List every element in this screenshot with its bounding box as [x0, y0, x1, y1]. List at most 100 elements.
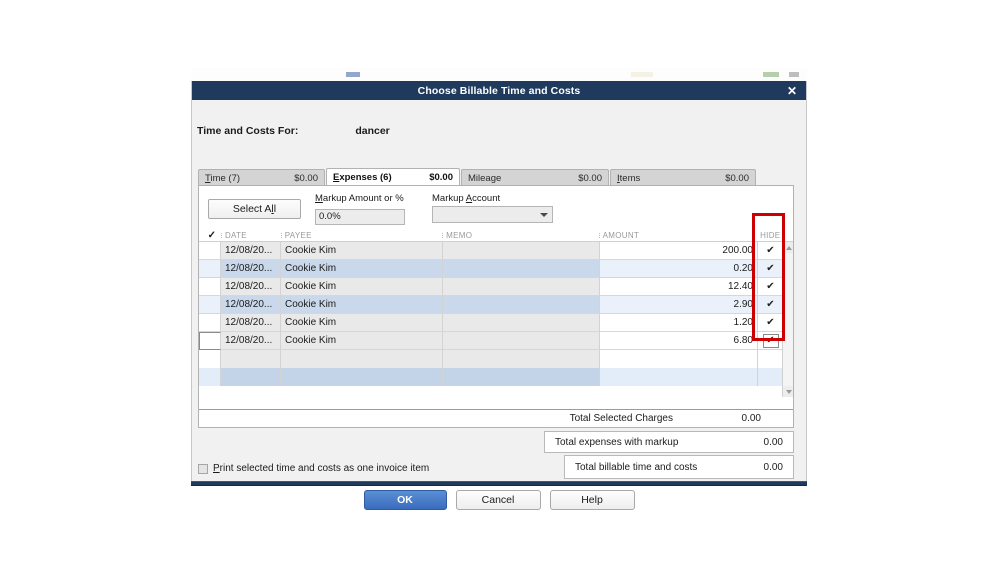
row-checkbox[interactable]: [199, 314, 221, 332]
tab-expenses-amount: $0.00: [429, 172, 453, 183]
total-selected-charges-row: Total Selected Charges 0.00: [199, 409, 793, 427]
row-date: 12/08/20...: [221, 242, 281, 260]
row-hide-check[interactable]: ✔: [758, 260, 784, 278]
print-as-one-item-option[interactable]: Print selected time and costs as one inv…: [198, 463, 429, 474]
row-checkbox[interactable]: [199, 296, 221, 314]
row-checkbox[interactable]: [199, 242, 221, 260]
tab-expenses-rest: xpenses (6): [339, 172, 392, 183]
total-expenses-markup-value: 0.00: [763, 436, 783, 448]
markup-amount-label: Markup Amount or %: [315, 193, 404, 204]
markup-amount-input[interactable]: [315, 208, 405, 225]
dialog-bottom-bar: [191, 481, 807, 486]
row-memo: [443, 242, 600, 260]
row-date: 12/08/20...: [221, 296, 281, 314]
table-row[interactable]: 12/08/20... Cookie Kim 6.80 ✔: [199, 332, 793, 350]
scroll-up-icon[interactable]: [783, 242, 793, 253]
row-memo: [443, 296, 600, 314]
tab-time-amount: $0.00: [294, 172, 318, 184]
table-row[interactable]: 12/08/20... Cookie Kim 12.40 ✔: [199, 278, 793, 296]
empty-row: [199, 350, 793, 368]
help-button[interactable]: Help: [549, 490, 635, 510]
expenses-panel: Select All Markup Amount or % Markup Acc…: [198, 185, 794, 428]
select-all-button[interactable]: Select All: [208, 199, 301, 219]
header-memo[interactable]: MEMO: [442, 231, 598, 240]
charges-grid: ✓ DATE PAYEE MEMO AMOUNT HIDE 12/08/20..…: [199, 229, 793, 427]
row-hide-check[interactable]: ✔: [758, 296, 784, 314]
header-payee[interactable]: PAYEE: [280, 231, 442, 240]
tab-mileage[interactable]: Mileage $0.00: [461, 169, 609, 186]
tab-expenses[interactable]: Expenses (6) $0.00: [326, 168, 460, 186]
print-as-one-item-checkbox[interactable]: [198, 463, 208, 474]
tab-items[interactable]: Items $0.00: [610, 169, 756, 186]
customer-name-value: dancer: [355, 125, 390, 137]
cancel-button[interactable]: Cancel: [455, 490, 541, 510]
choose-billable-dialog: Choose Billable Time and Costs ✕ Time an…: [191, 81, 807, 510]
row-date: 12/08/20...: [221, 278, 281, 296]
total-expenses-with-markup: Total expenses with markup 0.00: [544, 431, 794, 453]
row-memo: [443, 278, 600, 296]
header-hide[interactable]: HIDE: [756, 231, 782, 240]
row-payee: Cookie Kim: [281, 314, 443, 332]
row-checkbox[interactable]: [199, 260, 221, 278]
dialog-buttons: OK Cancel Help: [192, 490, 806, 510]
screen: Choose Billable Time and Costs ✕ Time an…: [0, 0, 999, 562]
row-checkbox[interactable]: [199, 278, 221, 296]
table-row[interactable]: 12/08/20... Cookie Kim 0.20 ✔: [199, 260, 793, 278]
row-amount: 0.20: [600, 260, 758, 278]
dialog-title: Choose Billable Time and Costs: [417, 84, 581, 97]
grid-header-row: ✓ DATE PAYEE MEMO AMOUNT HIDE: [199, 229, 793, 242]
row-payee: Cookie Kim: [281, 332, 443, 350]
row-memo: [443, 332, 600, 350]
header-amount[interactable]: AMOUNT: [598, 231, 756, 240]
row-amount: 200.00: [600, 242, 758, 260]
scroll-down-icon[interactable]: [783, 386, 793, 397]
total-billable-value: 0.00: [763, 461, 783, 473]
row-payee: Cookie Kim: [281, 242, 443, 260]
total-expenses-markup-label: Total expenses with markup: [555, 436, 679, 448]
markup-account-label: Markup Account: [432, 193, 501, 204]
scrollbar-thumb[interactable]: [783, 253, 793, 353]
total-selected-charges-label: Total Selected Charges: [569, 413, 673, 424]
print-as-one-item-label: Print selected time and costs as one inv…: [213, 463, 430, 474]
row-hide-check[interactable]: ✔: [758, 314, 784, 332]
dialog-titlebar: Choose Billable Time and Costs ✕: [192, 81, 806, 100]
total-selected-charges-value: 0.00: [741, 413, 761, 424]
markup-account-select[interactable]: [432, 206, 553, 223]
tab-strip: Time (7) $0.00 Expenses (6) $0.00 Mileag…: [198, 168, 758, 186]
grid-vertical-scrollbar[interactable]: [782, 242, 793, 397]
chevron-down-icon: [540, 212, 548, 217]
tab-time-rest: ime (7): [210, 172, 241, 184]
row-memo: [443, 260, 600, 278]
row-payee: Cookie Kim: [281, 296, 443, 314]
row-amount: 1.20: [600, 314, 758, 332]
row-amount: 6.80: [600, 332, 758, 350]
row-hide-check[interactable]: ✔: [758, 242, 784, 260]
header-check-icon: ✓: [207, 229, 217, 241]
close-icon[interactable]: ✕: [784, 83, 800, 99]
row-date: 12/08/20...: [221, 260, 281, 278]
table-row[interactable]: 12/08/20... Cookie Kim 1.20 ✔: [199, 314, 793, 332]
ok-button[interactable]: OK: [363, 490, 447, 510]
background-app-strip: [191, 68, 807, 82]
dialog-body: Time and Costs For: dancer Time (7) $0.0…: [192, 100, 806, 510]
row-payee: Cookie Kim: [281, 278, 443, 296]
tab-mileage-amount: $0.00: [578, 172, 602, 184]
table-row[interactable]: 12/08/20... Cookie Kim 2.90 ✔: [199, 296, 793, 314]
row-amount: 12.40: [600, 278, 758, 296]
row-checkbox[interactable]: [199, 332, 221, 350]
tab-items-amount: $0.00: [725, 172, 749, 184]
table-row[interactable]: 12/08/20... Cookie Kim 200.00 ✔: [199, 242, 793, 260]
row-payee: Cookie Kim: [281, 260, 443, 278]
empty-row: [199, 368, 793, 386]
tab-time[interactable]: Time (7) $0.00: [198, 169, 325, 186]
row-memo: [443, 314, 600, 332]
total-billable-time-and-costs: Total billable time and costs 0.00: [564, 455, 794, 479]
header-date[interactable]: DATE: [220, 231, 281, 240]
time-and-costs-for-row: Time and Costs For: dancer: [197, 125, 390, 137]
row-date: 12/08/20...: [221, 332, 281, 350]
row-hide-check[interactable]: ✔: [758, 332, 784, 350]
time-and-costs-for-label: Time and Costs For:: [197, 125, 299, 137]
row-hide-check[interactable]: ✔: [758, 278, 784, 296]
row-hide-check-box: ✔: [762, 333, 779, 348]
markup-account-group: Markup Account: [432, 193, 553, 223]
